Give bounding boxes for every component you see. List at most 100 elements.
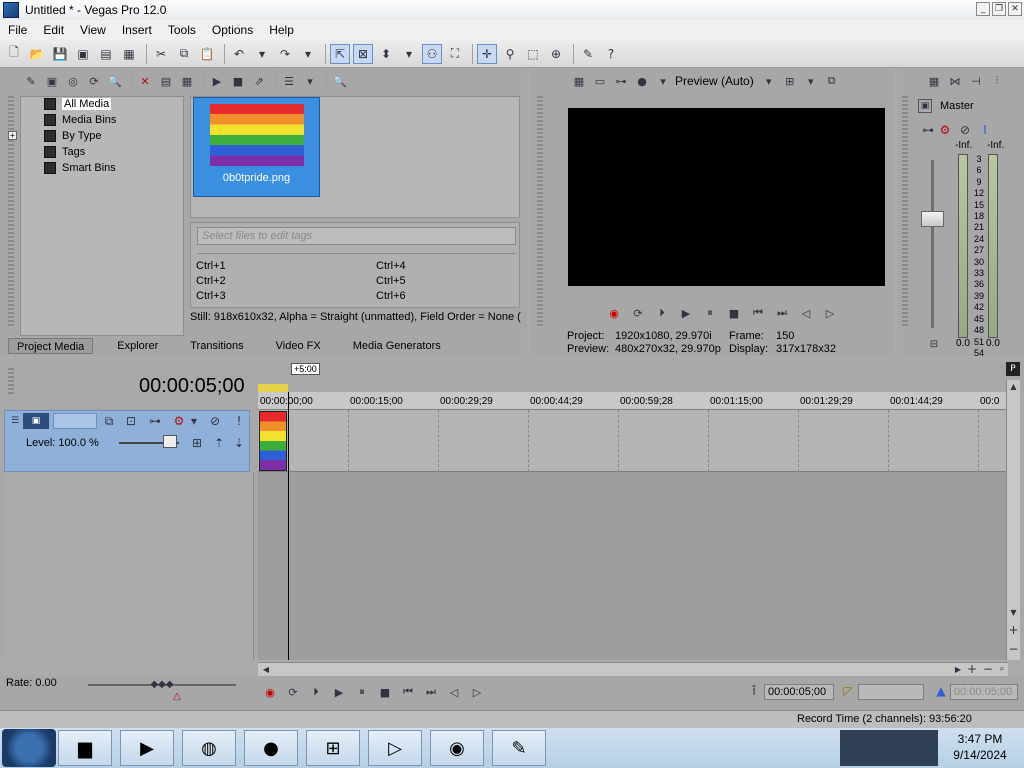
get-media-icon[interactable]: ◎ bbox=[64, 72, 82, 90]
close-button[interactable]: ✕ bbox=[1008, 2, 1022, 16]
taskbar-media-player-icon[interactable]: ▶ bbox=[120, 730, 174, 766]
expand-by-type-icon[interactable]: + bbox=[8, 131, 17, 140]
menu-options[interactable]: Options bbox=[204, 23, 261, 37]
track-fx-icon[interactable]: ⊶ bbox=[147, 413, 163, 429]
taskbar-firefox-icon[interactable]: ● bbox=[244, 730, 298, 766]
capture-video-icon[interactable]: ▣ bbox=[43, 72, 61, 90]
empty-track-area[interactable] bbox=[258, 472, 1006, 660]
taskbar-vegas-icon[interactable]: ▆ bbox=[58, 730, 112, 766]
save-icon[interactable]: 💾 bbox=[50, 44, 70, 64]
panel-grip[interactable] bbox=[902, 96, 908, 326]
play-from-start-icon[interactable]: ⏵ bbox=[308, 684, 324, 700]
start-button[interactable] bbox=[2, 729, 56, 767]
vegas-app-icon[interactable] bbox=[3, 2, 19, 18]
video-track-lane[interactable] bbox=[258, 410, 1006, 472]
timeline-timecode[interactable]: 00:00:05;00 bbox=[139, 375, 245, 398]
menu-view[interactable]: View bbox=[72, 23, 114, 37]
refresh-icon[interactable]: ⟳ bbox=[85, 72, 103, 90]
overlays-dropdown-icon[interactable]: ▾ bbox=[802, 72, 820, 90]
external-monitor-icon[interactable]: ▭ bbox=[591, 72, 609, 90]
tree-item-media-bins[interactable]: Media Bins bbox=[44, 112, 116, 127]
track-compositing-icon[interactable]: ⊡ bbox=[123, 413, 139, 429]
tag-shortcut[interactable]: Ctrl+6 bbox=[376, 290, 406, 302]
tab-transitions[interactable]: Transitions bbox=[182, 338, 251, 354]
tab-video-fx[interactable]: Video FX bbox=[268, 338, 329, 354]
track-fx-dropdown-icon[interactable]: ▾ bbox=[189, 413, 199, 429]
media-thumbnail-selected[interactable]: 0b0tpride.png bbox=[193, 97, 320, 197]
timeline-marker[interactable]: +5:00 bbox=[291, 363, 320, 375]
preview-properties-icon[interactable]: ▦ bbox=[570, 72, 588, 90]
tag-input[interactable]: Select files to edit tags bbox=[197, 227, 516, 245]
undo-dropdown-icon[interactable]: ▾ bbox=[252, 44, 272, 64]
track-motion-icon[interactable]: ⧉ bbox=[101, 413, 117, 429]
go-to-end-icon[interactable]: ⏭ bbox=[774, 305, 790, 321]
tag-shortcut[interactable]: Ctrl+3 bbox=[196, 290, 226, 302]
preview-quality-dropdown-icon[interactable]: ▾ bbox=[760, 72, 778, 90]
timeline-cursor[interactable] bbox=[288, 392, 289, 660]
previous-frame-icon[interactable]: ◁ bbox=[798, 305, 814, 321]
scroll-up-icon[interactable]: ▲ bbox=[1007, 380, 1020, 393]
menu-tools[interactable]: Tools bbox=[160, 23, 204, 37]
timeline-ruler[interactable]: 00:00:00;00 00:00:15;00 00:00:29;29 00:0… bbox=[258, 392, 1006, 410]
loop-playback-icon[interactable]: ⟳ bbox=[285, 684, 301, 700]
tag-shortcut[interactable]: Ctrl+4 bbox=[376, 260, 406, 272]
tag-shortcut[interactable]: Ctrl+1 bbox=[196, 260, 226, 272]
zoom-tool-icon[interactable]: ⊕ bbox=[546, 44, 566, 64]
previous-frame-icon[interactable]: ◁ bbox=[446, 684, 462, 700]
ignore-grouping-icon[interactable]: ⬍ bbox=[376, 44, 396, 64]
taskbar-player-icon[interactable]: ▷ bbox=[368, 730, 422, 766]
redo-icon[interactable]: ↷ bbox=[275, 44, 295, 64]
tree-item-all-media[interactable]: All Media bbox=[44, 96, 112, 111]
tree-item-tags[interactable]: Tags bbox=[44, 144, 85, 159]
envelope-tool-icon[interactable]: ⚲ bbox=[500, 44, 520, 64]
tab-media-generators[interactable]: Media Generators bbox=[345, 338, 449, 354]
next-frame-icon[interactable]: ▷ bbox=[469, 684, 485, 700]
tab-project-media[interactable]: Project Media bbox=[8, 338, 94, 354]
track-mute-icon[interactable]: ⊘ bbox=[207, 413, 223, 429]
track-expand-icon[interactable]: ☰ bbox=[8, 414, 22, 428]
next-frame-icon[interactable]: ▷ bbox=[822, 305, 838, 321]
search-media-icon[interactable]: 🔍 bbox=[106, 72, 124, 90]
video-track-header[interactable]: ☰ ▣ ⧉ ⊡ ⊶ ⚙ ▾ ⊘ ! Level: 100.0 % ⊞ ⇡ ⇣ bbox=[4, 410, 250, 472]
selection-end-field[interactable]: 00:00:05;00 bbox=[950, 684, 1018, 700]
normal-edit-tool-icon[interactable]: ✛ bbox=[477, 43, 497, 64]
minimize-button[interactable]: _ bbox=[976, 2, 990, 16]
loop-playback-icon[interactable]: ⟳ bbox=[630, 305, 646, 321]
track-list-empty[interactable] bbox=[4, 472, 254, 660]
zoom-in-vertical-icon[interactable]: + bbox=[1007, 623, 1020, 637]
lock-envelopes-icon[interactable]: ⊠ bbox=[353, 43, 373, 64]
scroll-down-icon[interactable]: ▼ bbox=[1007, 606, 1020, 619]
tag-shortcut[interactable]: Ctrl+2 bbox=[196, 275, 226, 287]
master-fader-knob[interactable] bbox=[921, 211, 944, 227]
tree-item-by-type[interactable]: By Type bbox=[44, 128, 102, 143]
track-name-field[interactable] bbox=[53, 413, 97, 429]
go-to-start-icon[interactable]: ⏮ bbox=[400, 684, 416, 700]
copy-snapshot-icon[interactable]: ⧉ bbox=[823, 72, 841, 90]
auto-ripple-icon[interactable]: ⇱ bbox=[330, 43, 350, 64]
media-properties-icon[interactable]: ▤ bbox=[157, 72, 175, 90]
online-help-icon[interactable]: ✎ bbox=[578, 44, 598, 64]
master-bus-icon[interactable]: ▣ bbox=[918, 99, 932, 113]
mixer-faders-icon[interactable]: ⫶ bbox=[988, 72, 1006, 90]
enable-snapping-icon[interactable]: ⚇ bbox=[422, 43, 442, 64]
mixer-properties-icon[interactable]: ▦ bbox=[925, 72, 943, 90]
redo-dropdown-icon[interactable]: ▾ bbox=[298, 44, 318, 64]
master-fx-chain-icon[interactable]: ⚙ bbox=[935, 120, 955, 140]
selection-start-field[interactable] bbox=[858, 684, 924, 700]
track-solo-icon[interactable]: ! bbox=[231, 413, 247, 429]
go-to-end-icon[interactable]: ⏭ bbox=[423, 684, 439, 700]
master-insert-icon[interactable]: Ⅰ bbox=[975, 120, 995, 140]
taskbar-paint-icon[interactable]: ✎ bbox=[492, 730, 546, 766]
auto-crossfade-icon[interactable]: ⛶ bbox=[445, 44, 465, 64]
menu-edit[interactable]: Edit bbox=[35, 23, 72, 37]
menu-file[interactable]: File bbox=[0, 23, 35, 37]
loop-region-bar[interactable] bbox=[258, 384, 288, 392]
timeline-vertical-scrollbar[interactable]: ▲ ▼ + − bbox=[1006, 380, 1020, 660]
play-from-start-icon[interactable]: ⏵ bbox=[654, 305, 670, 321]
remove-media-icon[interactable]: ✕ bbox=[136, 72, 154, 90]
auto-preview-icon[interactable]: ⇗ bbox=[250, 72, 268, 90]
media-fx-icon[interactable]: ▦ bbox=[178, 72, 196, 90]
track-level-slider-knob[interactable] bbox=[163, 435, 177, 448]
split-screen-dropdown-icon[interactable]: ▾ bbox=[654, 72, 672, 90]
cursor-time-field[interactable]: 00:00:05;00 bbox=[764, 684, 834, 700]
